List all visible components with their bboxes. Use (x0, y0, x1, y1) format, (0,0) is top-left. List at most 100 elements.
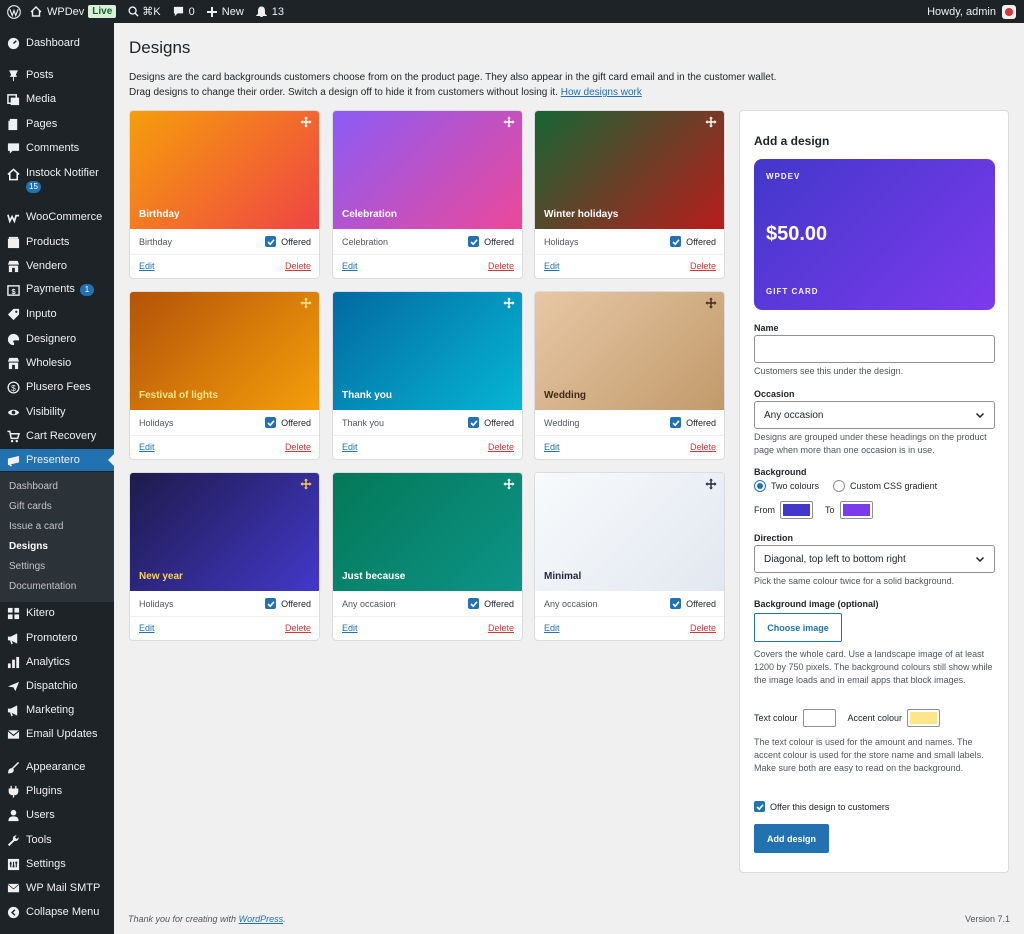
sidebar-item-woocommerce[interactable]: WooCommerce (0, 210, 114, 224)
offered-checkbox[interactable] (265, 417, 277, 428)
design-preview-thumbnail[interactable]: Festival of lights (130, 292, 319, 410)
offered-toggle[interactable]: Offered (468, 417, 514, 428)
drag-handle-icon[interactable] (300, 297, 312, 309)
delete-link[interactable]: Delete (285, 623, 311, 633)
choose-image-button[interactable]: Choose image (754, 613, 842, 642)
sidebar-item-email-updates[interactable]: Email Updates (0, 727, 114, 741)
sidebar-item-wp-mail-smtp[interactable]: WP Mail SMTP (0, 881, 114, 895)
drag-handle-icon[interactable] (705, 297, 717, 309)
offered-checkbox[interactable] (670, 598, 682, 609)
sidebar-item-pages[interactable]: Pages (0, 117, 114, 131)
sidebar-item-inputo[interactable]: Inputo (0, 307, 114, 321)
delete-link[interactable]: Delete (285, 442, 311, 452)
sidebar-item-dashboard[interactable]: Dashboard (0, 36, 114, 50)
offered-toggle[interactable]: Offered (265, 598, 311, 609)
sidebar-item-visibility[interactable]: Visibility (0, 405, 114, 419)
sidebar-item-dispatchio[interactable]: Dispatchio (0, 679, 114, 693)
submenu-item-settings[interactable]: Settings (9, 561, 45, 572)
sidebar-item-plugins[interactable]: Plugins (0, 784, 114, 798)
offered-checkbox[interactable] (265, 598, 277, 609)
edit-link[interactable]: Edit (342, 442, 358, 452)
delete-link[interactable]: Delete (690, 623, 716, 633)
to-colour-picker[interactable] (839, 501, 873, 519)
occasion-select[interactable]: Any occasion (754, 401, 995, 429)
design-preview-thumbnail[interactable]: Minimal (535, 473, 724, 591)
offered-checkbox[interactable] (468, 236, 480, 247)
offered-toggle[interactable]: Offered (265, 417, 311, 428)
drag-handle-icon[interactable] (705, 116, 717, 128)
site-name-link[interactable]: WPDev Live (24, 0, 122, 23)
offered-checkbox[interactable] (670, 417, 682, 428)
accent-colour-picker[interactable] (907, 709, 941, 727)
offered-toggle[interactable]: Offered (670, 598, 716, 609)
command-search-button[interactable]: ⌘K (122, 0, 166, 23)
edit-link[interactable]: Edit (139, 261, 155, 271)
add-design-button[interactable]: Add design (754, 824, 829, 853)
wordpress-logo-icon[interactable] (0, 0, 24, 23)
design-preview-thumbnail[interactable]: Wedding (535, 292, 724, 410)
comments-link[interactable]: 0 (167, 0, 201, 23)
delete-link[interactable]: Delete (488, 261, 514, 271)
sidebar-item-kitero[interactable]: Kitero (0, 606, 114, 620)
offered-toggle[interactable]: Offered (670, 417, 716, 428)
drag-handle-icon[interactable] (503, 297, 515, 309)
offered-toggle[interactable]: Offered (468, 236, 514, 247)
delete-link[interactable]: Delete (488, 442, 514, 452)
radio-two-colours[interactable] (754, 480, 766, 492)
delete-link[interactable]: Delete (488, 623, 514, 633)
offered-toggle[interactable]: Offered (670, 236, 716, 247)
design-preview-thumbnail[interactable]: Just because (333, 473, 522, 591)
edit-link[interactable]: Edit (544, 623, 560, 633)
sidebar-item-settings[interactable]: Settings (0, 857, 114, 871)
drag-handle-icon[interactable] (300, 478, 312, 490)
submenu-item-designs[interactable]: Designs (9, 541, 48, 552)
offered-checkbox[interactable] (265, 236, 277, 247)
sidebar-item-presentero[interactable]: Presentero (0, 449, 114, 471)
sidebar-item-tools[interactable]: Tools (0, 833, 114, 847)
offered-toggle[interactable]: Offered (468, 598, 514, 609)
drag-handle-icon[interactable] (300, 116, 312, 128)
offered-checkbox[interactable] (670, 236, 682, 247)
from-colour-picker[interactable] (780, 501, 813, 519)
offer-toggle[interactable]: Offer this design to customers (754, 801, 889, 812)
design-preview-thumbnail[interactable]: New year (130, 473, 319, 591)
edit-link[interactable]: Edit (139, 623, 155, 633)
design-preview-thumbnail[interactable]: Birthday (130, 111, 319, 229)
design-preview-thumbnail[interactable]: Winter holidays (535, 111, 724, 229)
edit-link[interactable]: Edit (342, 623, 358, 633)
delete-link[interactable]: Delete (690, 261, 716, 271)
sidebar-item-plusero-fees[interactable]: $ Plusero Fees (0, 380, 114, 394)
offered-toggle[interactable]: Offered (265, 236, 311, 247)
radio-custom-css[interactable] (833, 480, 846, 492)
sidebar-item-appearance[interactable]: Appearance (0, 760, 114, 774)
delete-link[interactable]: Delete (690, 442, 716, 452)
text-colour-picker[interactable] (802, 709, 836, 727)
sidebar-item-media[interactable]: Media (0, 92, 114, 106)
edit-link[interactable]: Edit (342, 261, 358, 271)
sidebar-item-posts[interactable]: Posts (0, 68, 114, 82)
sidebar-item-vendero[interactable]: Vendero (0, 259, 114, 273)
sidebar-item-comments[interactable]: Comments (0, 141, 114, 155)
offer-checkbox[interactable] (754, 801, 765, 812)
edit-link[interactable]: Edit (544, 261, 560, 271)
submenu-item-documentation[interactable]: Documentation (9, 581, 76, 592)
sidebar-item-promotero[interactable]: Promotero (0, 631, 114, 645)
sidebar-item-instock-notifier[interactable]: Instock Notifier 15 (0, 167, 114, 193)
submenu-item-issue-a-card[interactable]: Issue a card (9, 521, 63, 532)
direction-select[interactable]: Diagonal, top left to bottom right (754, 545, 995, 573)
drag-handle-icon[interactable] (503, 116, 515, 128)
sidebar-item-cart-recovery[interactable]: Cart Recovery (0, 429, 114, 443)
notifications-button[interactable]: 13 (250, 0, 290, 23)
my-account[interactable]: Howdy, admin (927, 4, 1024, 19)
submenu-item-dashboard[interactable]: Dashboard (9, 481, 58, 492)
submenu-item-gift-cards[interactable]: Gift cards (9, 501, 52, 512)
design-preview-thumbnail[interactable]: Celebration (333, 111, 522, 229)
offered-checkbox[interactable] (468, 417, 480, 428)
sidebar-item-collapse-menu[interactable]: Collapse Menu (0, 905, 114, 919)
delete-link[interactable]: Delete (285, 261, 311, 271)
sidebar-item-payments[interactable]: $ Payments 1 (0, 283, 114, 297)
how-designs-work-link[interactable]: How designs work (561, 87, 642, 98)
sidebar-item-users[interactable]: Users (0, 808, 114, 822)
edit-link[interactable]: Edit (139, 442, 155, 452)
edit-link[interactable]: Edit (544, 442, 560, 452)
